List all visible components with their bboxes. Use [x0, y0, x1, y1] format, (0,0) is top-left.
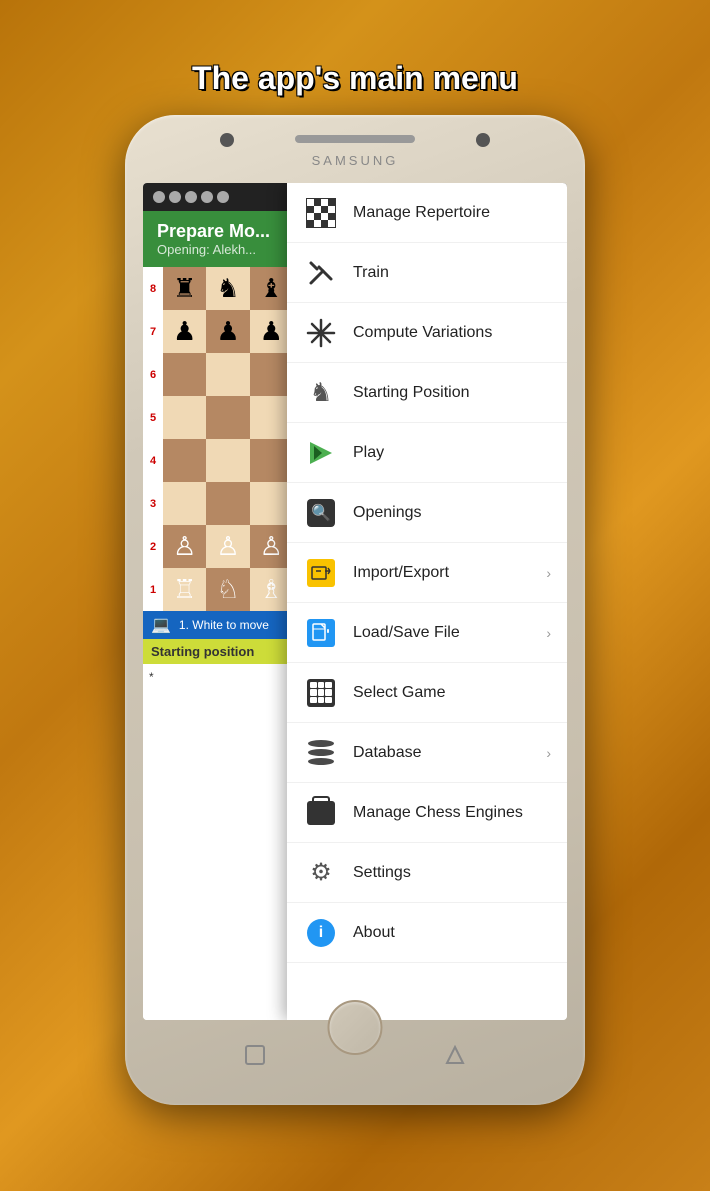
- starting-position-label: Starting Position: [353, 384, 551, 402]
- tools-icon: [303, 255, 339, 291]
- menu-item-settings[interactable]: ⚙ Settings: [287, 843, 567, 903]
- cell-8-a: ♜: [163, 267, 206, 310]
- menu-item-import-export[interactable]: Import/Export ›: [287, 543, 567, 603]
- computer-icon: 💻: [151, 615, 171, 635]
- cell-7-a: ♟: [163, 310, 206, 353]
- menu-item-train[interactable]: Train: [287, 243, 567, 303]
- openings-label: Openings: [353, 504, 551, 522]
- menu-item-database[interactable]: Database ›: [287, 723, 567, 783]
- app-title: Prepare Mo...: [157, 221, 270, 242]
- menu-item-compute-variations[interactable]: Compute Variations: [287, 303, 567, 363]
- menu-item-openings[interactable]: 🔍 Openings: [287, 483, 567, 543]
- row-label-3: 3: [143, 482, 163, 525]
- database-label: Database: [353, 744, 546, 762]
- page-title: The app's main menu: [192, 60, 518, 97]
- phone-device: SAMSUNG 54% 1:01 PM: [125, 115, 585, 1105]
- front-camera-left: [220, 133, 234, 147]
- train-label: Train: [353, 264, 551, 282]
- chess-board-section: 8 ♜ ♞ ♝ 7 ♟ ♟ ♟: [143, 267, 293, 1020]
- info-icon: i: [303, 915, 339, 951]
- notation-star: *: [149, 670, 287, 684]
- chess-board-icon: [303, 195, 339, 231]
- compute-variations-label: Compute Variations: [353, 324, 551, 342]
- database-arrow: ›: [546, 745, 551, 761]
- phone-screen: 54% 1:01 PM Prepare Mo... Opening: Alekh…: [143, 183, 567, 1020]
- dropdown-menu: Manage Repertoire Train: [287, 183, 567, 1020]
- snowflake-icon: [303, 315, 339, 351]
- cell-4-a: [163, 439, 206, 482]
- menu-item-about[interactable]: i About: [287, 903, 567, 963]
- recents-button[interactable]: [435, 1035, 475, 1075]
- phone-shell: SAMSUNG 54% 1:01 PM: [125, 115, 585, 1105]
- menu-item-select-game[interactable]: Select Game: [287, 663, 567, 723]
- home-button[interactable]: [328, 1000, 383, 1055]
- row-label-5: 5: [143, 396, 163, 439]
- file-icon: [303, 615, 339, 651]
- briefcase-icon: [303, 795, 339, 831]
- menu-item-manage-engines[interactable]: Manage Chess Engines: [287, 783, 567, 843]
- cell-7-b: ♟: [206, 310, 249, 353]
- notification-icon3: [185, 191, 197, 203]
- cell-4-b: [206, 439, 249, 482]
- back-button[interactable]: [235, 1035, 275, 1075]
- cell-3-b: [206, 482, 249, 525]
- manage-engines-label: Manage Chess Engines: [353, 804, 551, 822]
- row-label-1: 1: [143, 568, 163, 611]
- menu-item-load-save-file[interactable]: Load/Save File ›: [287, 603, 567, 663]
- import-export-label: Import/Export: [353, 564, 546, 582]
- knight-icon: ♞: [303, 375, 339, 411]
- about-label: About: [353, 924, 551, 942]
- manage-repertoire-label: Manage Repertoire: [353, 204, 551, 222]
- notification-icon: [153, 191, 165, 203]
- cell-8-b: ♞: [206, 267, 249, 310]
- starting-position-bar: Starting position: [143, 639, 293, 664]
- app-subtitle: Opening: Alekh...: [157, 242, 270, 257]
- row-label-7: 7: [143, 310, 163, 353]
- cell-6-b: [206, 353, 249, 396]
- speaker-grille: [295, 135, 415, 143]
- cell-6-a: [163, 353, 206, 396]
- move-info: 1. White to move: [179, 618, 269, 632]
- menu-item-manage-repertoire[interactable]: Manage Repertoire: [287, 183, 567, 243]
- import-export-arrow: ›: [546, 565, 551, 581]
- front-camera-right: [476, 133, 490, 147]
- cell-3-a: [163, 482, 206, 525]
- row-label-8: 8: [143, 267, 163, 310]
- cell-5-b: [206, 396, 249, 439]
- settings-label: Settings: [353, 864, 551, 882]
- gear-icon: ⚙: [303, 855, 339, 891]
- search-icon: 🔍: [303, 495, 339, 531]
- cell-5-a: [163, 396, 206, 439]
- select-game-label: Select Game: [353, 684, 551, 702]
- status-icons: [153, 191, 229, 203]
- content-area: 8 ♜ ♞ ♝ 7 ♟ ♟ ♟: [143, 267, 567, 1020]
- row-label-4: 4: [143, 439, 163, 482]
- notation-area: *: [143, 664, 293, 1020]
- notification-icon5: [217, 191, 229, 203]
- nav-buttons: [125, 1035, 585, 1075]
- database-icon: [303, 735, 339, 771]
- notification-icon2: [169, 191, 181, 203]
- load-save-arrow: ›: [546, 625, 551, 641]
- cell-2-b: ♙: [206, 525, 249, 568]
- play-label: Play: [353, 444, 551, 462]
- menu-item-starting-position[interactable]: ♞ Starting Position: [287, 363, 567, 423]
- menu-item-play[interactable]: Play: [287, 423, 567, 483]
- cell-1-b: ♘: [206, 568, 249, 611]
- cell-2-a: ♙: [163, 525, 206, 568]
- cell-1-a: ♖: [163, 568, 206, 611]
- load-save-label: Load/Save File: [353, 624, 546, 642]
- brand-label: SAMSUNG: [312, 153, 399, 168]
- grid-icon: [303, 675, 339, 711]
- info-bar: 💻 1. White to move: [143, 611, 293, 639]
- row-label-2: 2: [143, 525, 163, 568]
- import-icon: [303, 555, 339, 591]
- notification-icon4: [201, 191, 213, 203]
- row-label-6: 6: [143, 353, 163, 396]
- play-icon: [303, 435, 339, 471]
